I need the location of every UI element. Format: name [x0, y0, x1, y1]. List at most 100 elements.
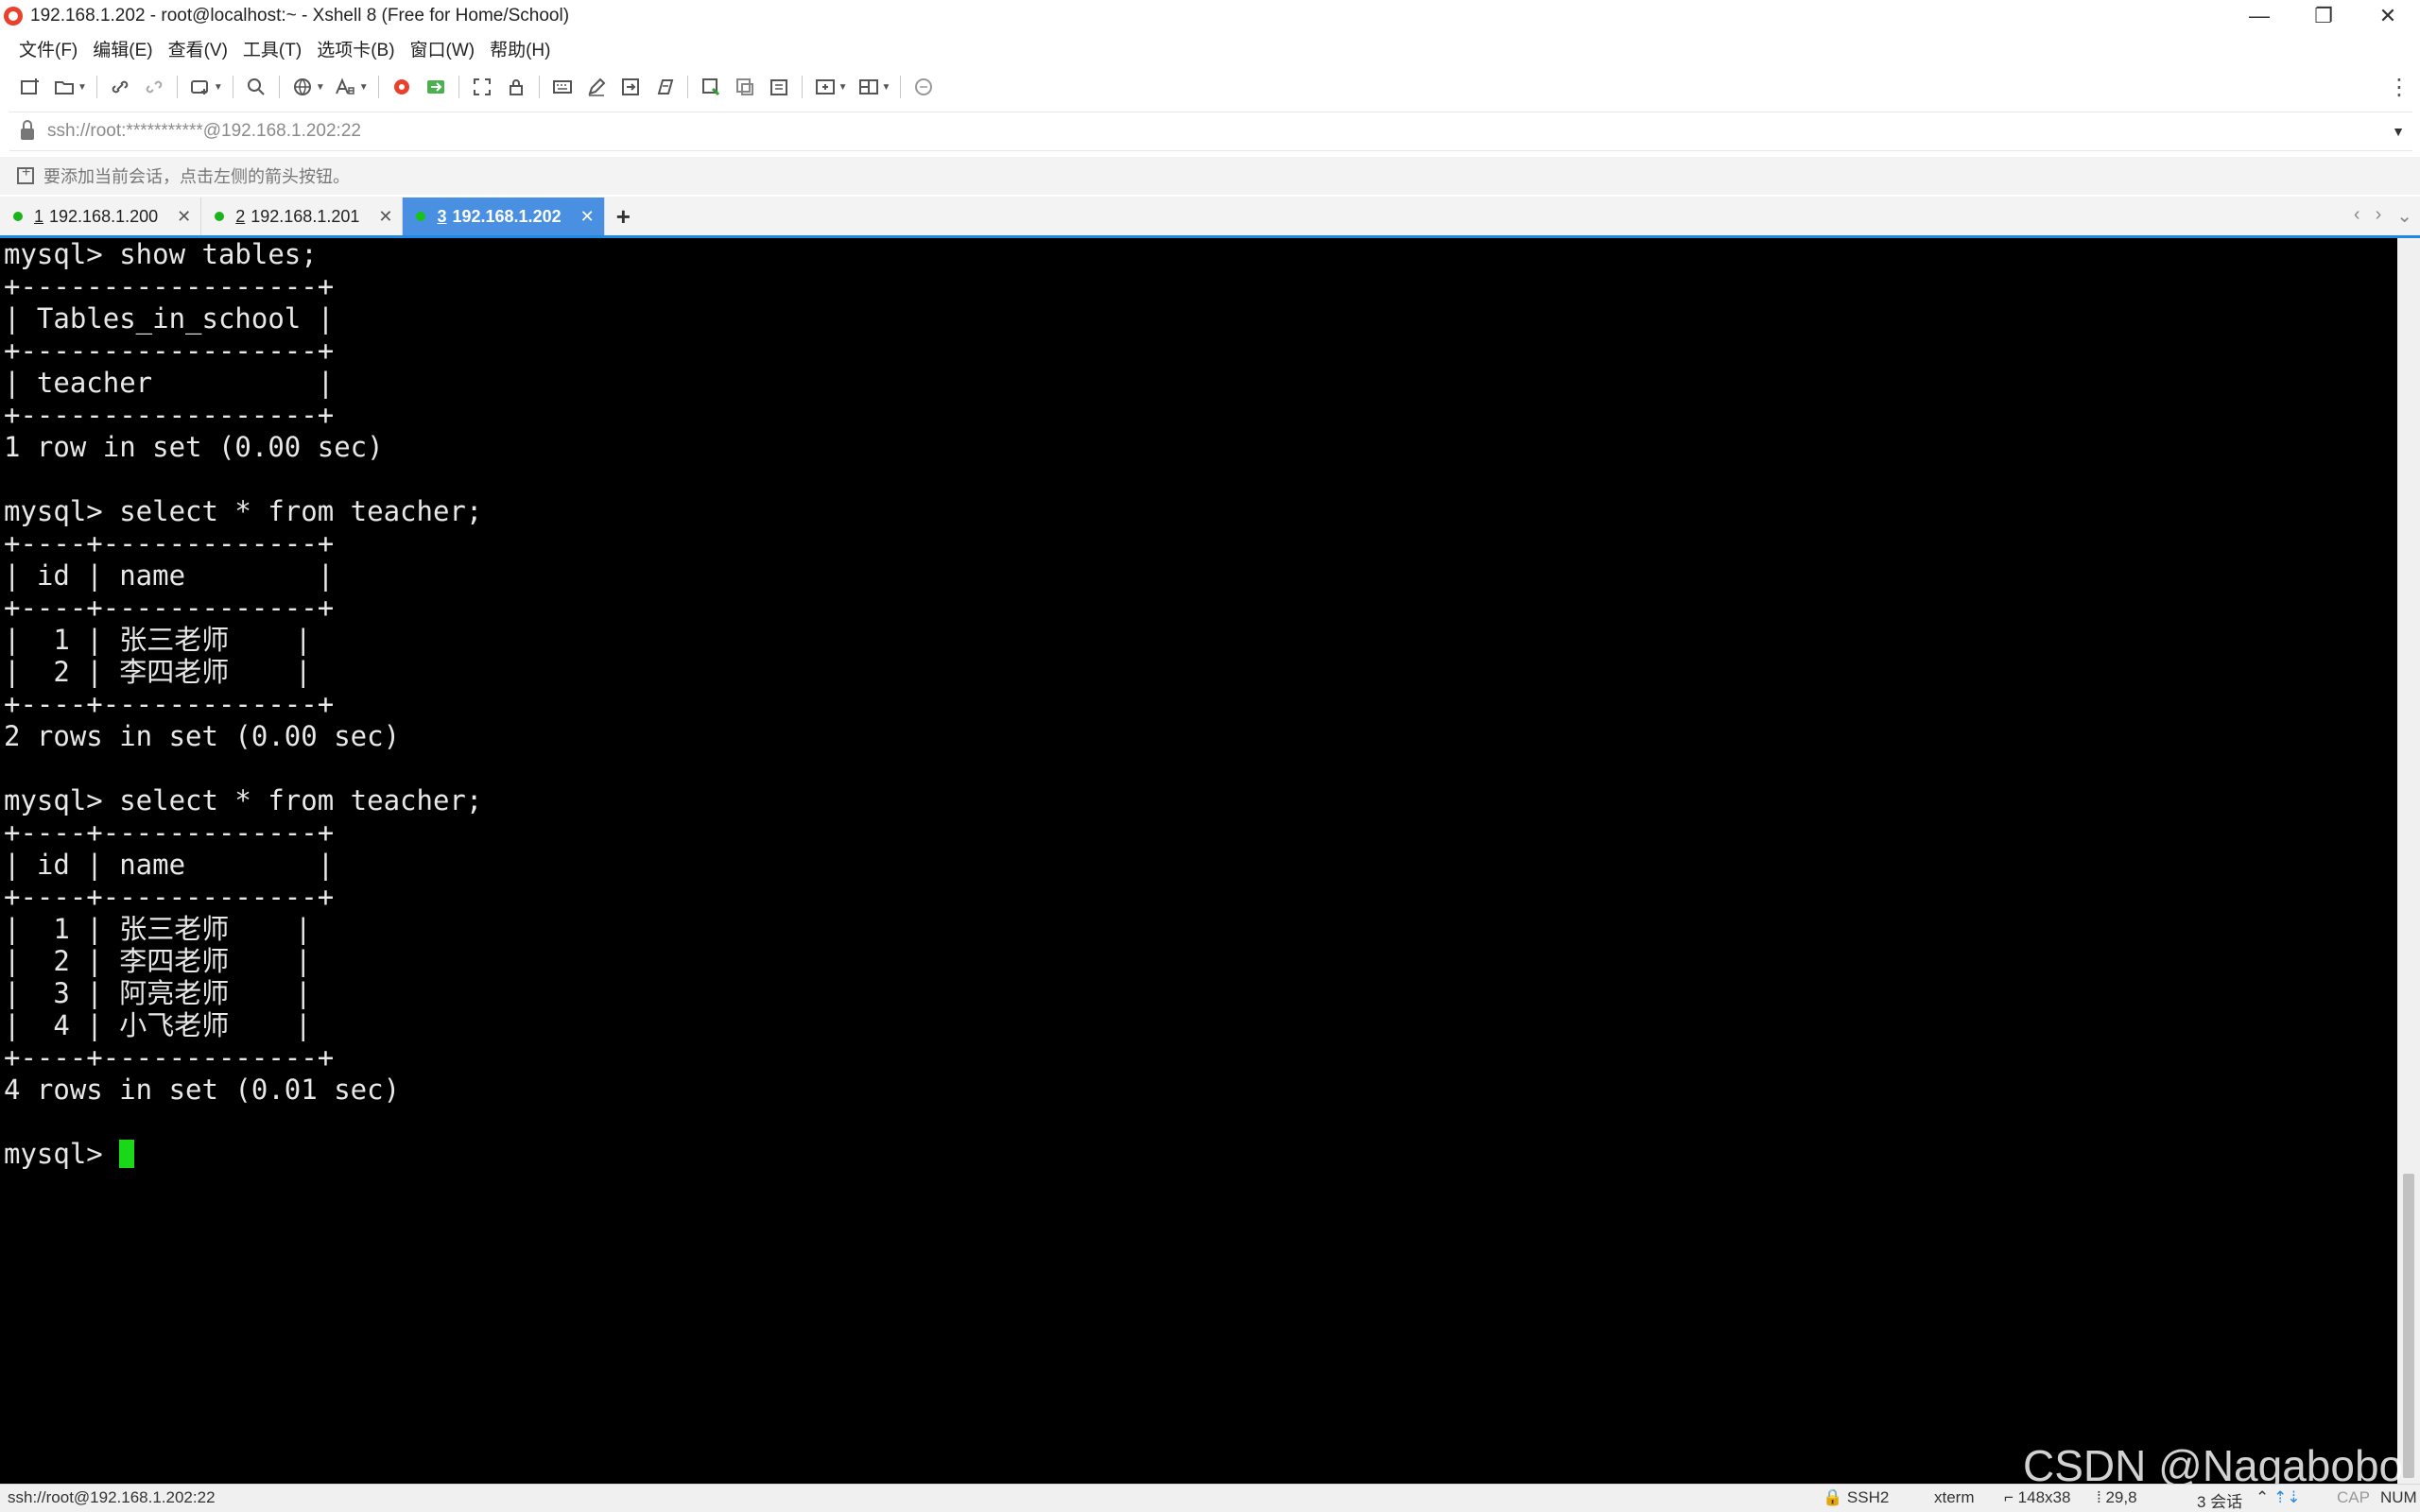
tab-number: 3	[437, 206, 447, 226]
add-tab-button[interactable]: +	[616, 198, 631, 235]
status-size-text: 148x38	[2017, 1488, 2071, 1506]
chevron-down-icon[interactable]: ▼	[78, 82, 87, 93]
status-num: NUM	[2380, 1488, 2417, 1506]
search-icon[interactable]	[244, 75, 268, 99]
terminal-line: | 1 | 张三老师 |	[4, 624, 312, 656]
terminal-line: +----+-------------+	[4, 688, 335, 720]
menu-tools[interactable]: 工具(T)	[235, 36, 309, 61]
terminal-line: mysql>	[0, 1138, 2397, 1170]
chat-icon[interactable]	[911, 75, 936, 99]
chevron-down-icon[interactable]: ⌄	[2396, 204, 2412, 228]
chevron-down-icon[interactable]: ▼	[838, 82, 848, 93]
transfer-arrows-icon: ⌃ ⇡⇣	[2256, 1488, 2301, 1506]
chevron-down-icon[interactable]: ▼	[214, 82, 223, 93]
chevron-down-icon[interactable]: ▼	[882, 82, 891, 93]
tab-label: 192.168.1.200	[49, 206, 159, 226]
status-sessions: 3 会话	[2197, 1493, 2243, 1511]
session-hint-bar: 要添加当前会话，点击左侧的箭头按钮。	[0, 157, 2420, 195]
toolbar-divider	[900, 76, 902, 98]
connected-status-icon	[215, 212, 225, 221]
lock-icon	[21, 120, 34, 140]
terminal-line: | id | name |	[4, 559, 335, 592]
status-bar: ssh://root@192.168.1.202:22 🔒 SSH2 xterm…	[0, 1484, 2420, 1512]
close-button[interactable]: ✕	[2356, 0, 2420, 32]
tab-label: 192.168.1.201	[251, 206, 360, 226]
lock-icon[interactable]	[504, 75, 528, 99]
script-icon[interactable]	[618, 75, 643, 99]
tab-session-1[interactable]: 1 192.168.1.200 ✕	[0, 198, 202, 235]
connected-status-icon	[416, 212, 426, 221]
terminal-line: +----+-------------+	[4, 527, 335, 559]
paste-icon[interactable]	[767, 75, 791, 99]
globe-icon[interactable]	[290, 75, 315, 99]
menu-help[interactable]: 帮助(H)	[482, 36, 558, 61]
tab-session-3[interactable]: 3 192.168.1.202 ✕	[403, 198, 605, 235]
window-title: 192.168.1.202 - root@localhost:~ - Xshel…	[30, 6, 570, 26]
close-icon[interactable]: ✕	[177, 207, 191, 227]
restore-button[interactable]: ❐	[2291, 0, 2356, 32]
close-icon[interactable]: ✕	[580, 207, 595, 227]
status-protocol-text: SSH2	[1846, 1488, 1890, 1506]
title-bar: 192.168.1.202 - root@localhost:~ - Xshel…	[0, 0, 2420, 32]
terminal-scrollbar[interactable]	[2397, 238, 2420, 1484]
close-icon[interactable]: ✕	[378, 207, 392, 227]
hint-text: 要添加当前会话，点击左侧的箭头按钮。	[43, 167, 350, 186]
terminal-output[interactable]: mysql> show tables; +------------------+ |…	[0, 238, 2397, 1484]
macro-icon[interactable]	[652, 75, 677, 99]
compose-icon[interactable]	[584, 75, 609, 99]
menu-window[interactable]: 窗口(W)	[403, 36, 483, 61]
open-folder-icon[interactable]	[52, 75, 77, 99]
minimize-button[interactable]: —	[2227, 0, 2291, 32]
add-session-icon[interactable]	[17, 164, 34, 184]
terminal-line: | 3 | 阿亮老师 |	[4, 977, 312, 1009]
terminal-line: 2 rows in set (0.00 sec)	[4, 720, 401, 752]
window-controls: — ❐ ✕	[2227, 0, 2420, 32]
chevron-left-icon[interactable]: ‹	[2354, 204, 2360, 228]
new-session-icon[interactable]	[18, 75, 43, 99]
chevron-right-icon[interactable]: ›	[2376, 204, 2382, 228]
terminal-line: +----+-------------+	[4, 881, 335, 913]
address-bar[interactable]: ssh://root:***********@192.168.1.202:22 …	[9, 112, 2412, 151]
toolbar: ▼ ▼ ▼ ▼ ▼ ▼ ⋮	[0, 68, 2420, 106]
status-terminal-type: xterm	[1934, 1488, 1975, 1506]
keyboard-icon[interactable]	[550, 75, 575, 99]
chevron-down-icon[interactable]: ▼	[359, 82, 369, 93]
xftp-icon[interactable]	[389, 75, 414, 99]
new-tab-icon[interactable]	[813, 75, 838, 99]
tab-label: 192.168.1.202	[452, 206, 562, 226]
chevron-down-icon[interactable]: ▼	[2392, 124, 2405, 139]
address-input[interactable]: ssh://root:***********@192.168.1.202:22	[47, 121, 361, 142]
terminal-cursor	[119, 1140, 135, 1168]
menu-bar: 文件(F) 编辑(E) 查看(V) 工具(T) 选项卡(B) 窗口(W) 帮助(…	[0, 34, 559, 62]
terminal-line: 1 row in set (0.00 sec)	[4, 431, 384, 463]
status-cursor-text: 29,8	[2105, 1488, 2137, 1506]
menu-edit[interactable]: 编辑(E)	[85, 36, 160, 61]
link-icon[interactable]	[108, 75, 132, 99]
menu-view[interactable]: 查看(V)	[161, 36, 235, 61]
terminal-line: 4 rows in set (0.01 sec)	[4, 1074, 401, 1106]
terminal-line: +----+-------------+	[4, 816, 335, 849]
scrollbar-thumb[interactable]	[2403, 1174, 2414, 1478]
layout-icon[interactable]	[856, 75, 881, 99]
connected-status-icon	[13, 212, 23, 221]
xshell-logo-icon[interactable]	[4, 7, 23, 26]
fullscreen-icon[interactable]	[470, 75, 494, 99]
toolbar-divider	[95, 76, 97, 98]
menu-tab[interactable]: 选项卡(B)	[309, 36, 402, 61]
more-options-icon[interactable]: ⋮	[2388, 74, 2411, 101]
tab-session-2[interactable]: 2 192.168.1.201 ✕	[201, 198, 404, 235]
font-icon[interactable]	[334, 75, 358, 99]
tab-number: 2	[235, 206, 246, 226]
chevron-down-icon[interactable]: ▼	[316, 82, 325, 93]
terminal-line: +------------------+	[4, 399, 335, 431]
terminal-line: | 2 | 李四老师 |	[4, 945, 312, 977]
copy-icon[interactable]	[733, 75, 757, 99]
new-window-icon[interactable]	[188, 75, 213, 99]
menu-file[interactable]: 文件(F)	[11, 36, 85, 61]
log-icon[interactable]	[699, 75, 723, 99]
unlink-icon[interactable]	[142, 75, 166, 99]
transfer-icon[interactable]	[424, 75, 448, 99]
